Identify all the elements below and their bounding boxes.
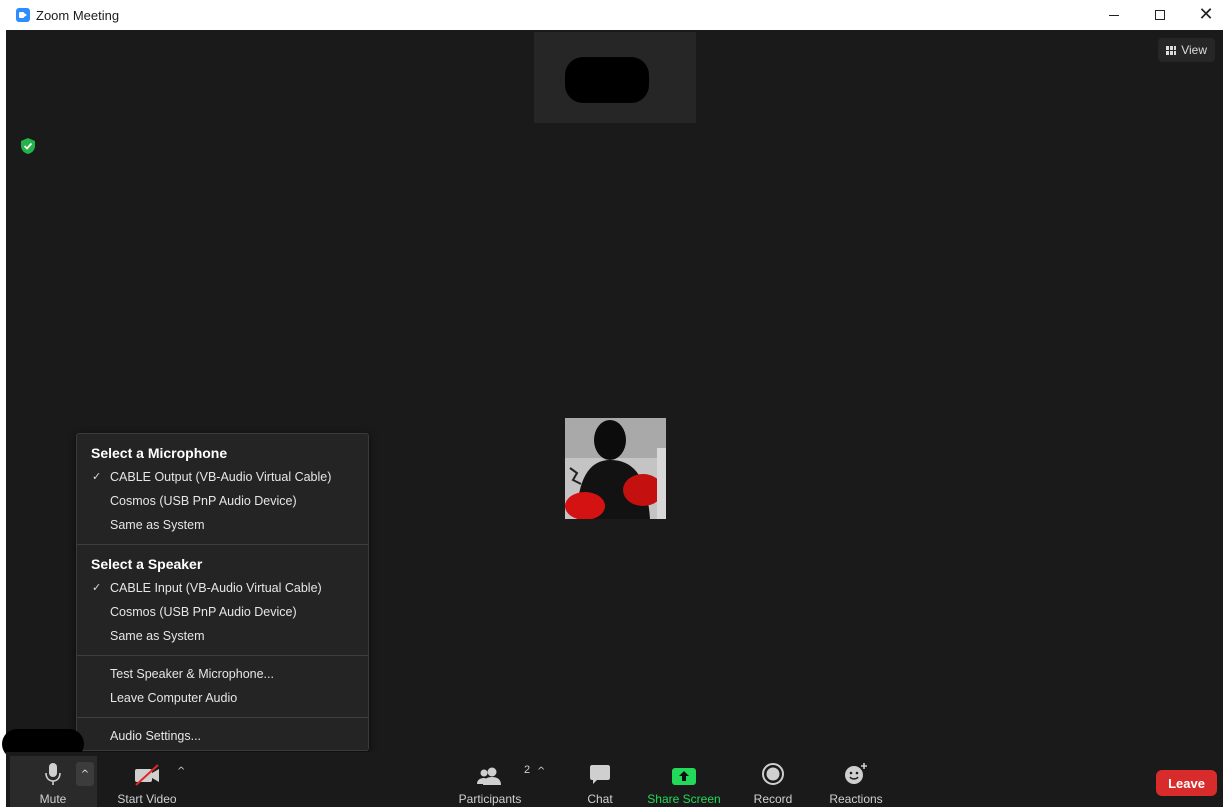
shield-icon[interactable]: [19, 137, 37, 155]
mute-button[interactable]: Mute: [24, 752, 82, 806]
view-label: View: [1181, 43, 1207, 57]
menu-item-label: Cosmos (USB PnP Audio Device): [110, 494, 297, 508]
maximize-button[interactable]: [1137, 0, 1183, 30]
reactions-label: Reactions: [829, 792, 883, 806]
minimize-icon: [1109, 14, 1119, 16]
menu-item-label: Same as System: [110, 518, 205, 532]
participants-options-chevron-icon[interactable]: ^: [537, 766, 545, 777]
microphone-section-header: Select a Microphone: [91, 445, 228, 461]
menu-item-label: Audio Settings...: [110, 729, 202, 743]
record-icon: [761, 762, 785, 786]
video-off-icon: [133, 762, 161, 786]
speaker-section-header: Select a Speaker: [91, 556, 203, 572]
chevron-up-icon: ^: [80, 768, 90, 780]
participants-count: 2: [524, 764, 531, 776]
participant-video-tile[interactable]: [565, 418, 666, 519]
audio-options-caret-button[interactable]: ^: [76, 762, 94, 786]
check-icon: ✓: [92, 471, 102, 483]
view-button[interactable]: View: [1158, 38, 1215, 62]
menu-item-label: Same as System: [110, 629, 205, 643]
window-title: Zoom Meeting: [36, 7, 120, 23]
chat-icon: [588, 762, 612, 786]
microphone-icon: [44, 762, 62, 786]
redacted-name: [565, 57, 649, 103]
maximize-icon: [1155, 10, 1165, 20]
microphone-option[interactable]: Cosmos (USB PnP Audio Device): [77, 489, 368, 513]
share-screen-label: Share Screen: [647, 792, 721, 806]
close-button[interactable]: ✕: [1183, 0, 1223, 30]
zoom-meeting-window: Zoom Meeting ✕ View Select a Microphone: [0, 0, 1223, 807]
mute-label: Mute: [39, 792, 67, 806]
speaker-option[interactable]: ✓ CABLE Input (VB-Audio Virtual Cable): [77, 576, 368, 600]
chat-label: Chat: [587, 792, 613, 806]
video-options-chevron-icon[interactable]: ^: [177, 766, 185, 777]
menu-item-label: Leave Computer Audio: [110, 691, 238, 705]
leave-computer-audio-item[interactable]: Leave Computer Audio: [77, 686, 368, 710]
participant-photo: [565, 418, 666, 519]
audio-options-menu: Select a Microphone ✓ CABLE Output (VB-A…: [76, 433, 369, 751]
microphone-option[interactable]: ✓ CABLE Output (VB-Audio Virtual Cable): [77, 465, 368, 489]
title-bar: Zoom Meeting ✕: [0, 0, 1223, 30]
share-screen-icon: [671, 762, 697, 786]
menu-item-label: CABLE Input (VB-Audio Virtual Cable): [110, 581, 322, 595]
speaker-option[interactable]: Cosmos (USB PnP Audio Device): [77, 600, 368, 624]
menu-item-label: CABLE Output (VB-Audio Virtual Cable): [110, 470, 332, 484]
test-speaker-microphone-item[interactable]: Test Speaker & Microphone...: [77, 662, 368, 686]
grid-view-icon: [1166, 45, 1177, 55]
minimize-button[interactable]: [1091, 0, 1137, 30]
start-video-button[interactable]: Start Video: [110, 752, 184, 806]
window-controls: ✕: [1091, 0, 1223, 30]
reactions-button[interactable]: Reactions: [824, 752, 888, 806]
menu-item-label: Cosmos (USB PnP Audio Device): [110, 605, 297, 619]
participants-button[interactable]: 2 Participants: [456, 752, 530, 806]
participant-thumbnail-top[interactable]: [534, 32, 696, 123]
audio-settings-item[interactable]: Audio Settings...: [77, 724, 368, 748]
share-screen-button[interactable]: Share Screen: [646, 752, 722, 806]
close-icon: ✕: [1198, 4, 1214, 25]
microphone-option[interactable]: Same as System: [77, 513, 368, 537]
check-icon: ✓: [92, 582, 102, 594]
record-button[interactable]: Record: [748, 752, 798, 806]
menu-item-label: Test Speaker & Microphone...: [110, 667, 274, 681]
speaker-option[interactable]: Same as System: [77, 624, 368, 648]
chat-button[interactable]: Chat: [576, 752, 624, 806]
leave-button[interactable]: Leave: [1156, 770, 1217, 796]
reactions-icon: [843, 762, 869, 786]
participants-icon: 2: [476, 762, 530, 786]
zoom-app-icon: [16, 8, 30, 22]
record-label: Record: [753, 792, 793, 806]
participants-label: Participants: [458, 792, 522, 806]
start-video-label: Start Video: [117, 792, 177, 806]
